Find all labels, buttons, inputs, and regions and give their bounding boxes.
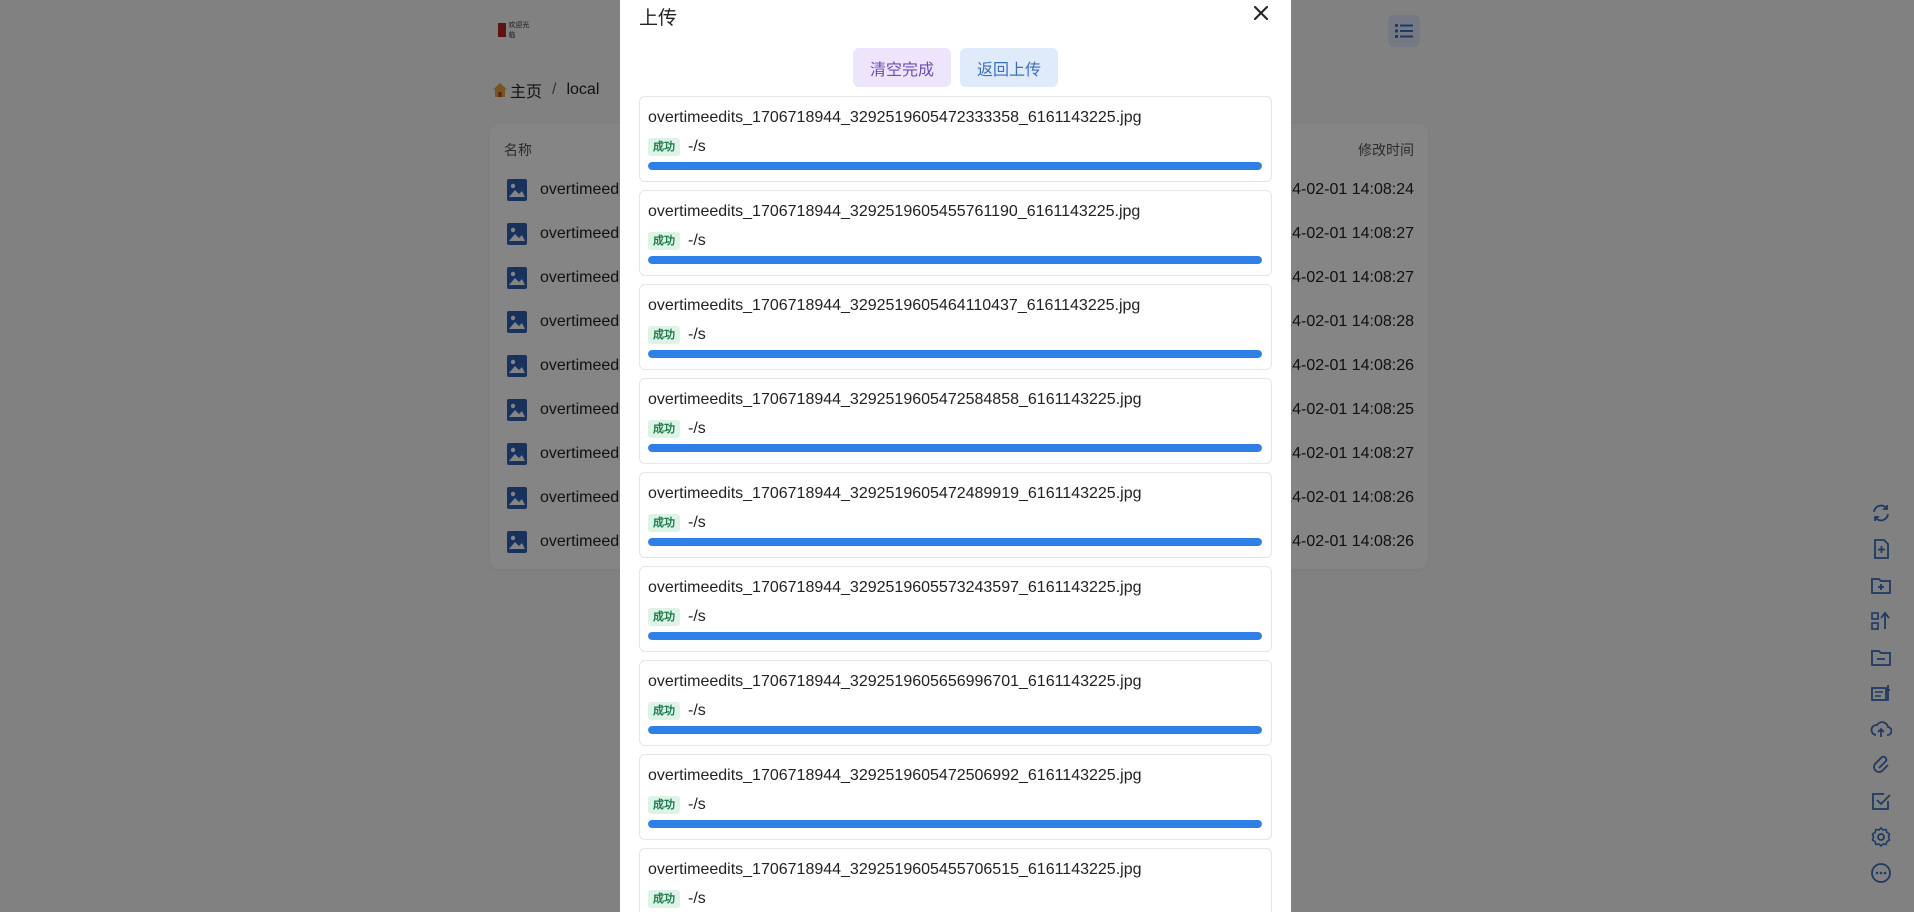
upload-speed: -/s	[688, 702, 706, 719]
upload-dialog: 上传 清空完成 返回上传 overtimeedits_1706718944_32…	[620, 0, 1291, 912]
status-badge: 成功	[648, 232, 680, 250]
upload-file-name: overtimeedits_1706718944_329251960546411…	[648, 297, 1141, 314]
upload-status-row: 成功 -/s	[648, 420, 706, 438]
status-badge: 成功	[648, 514, 680, 532]
close-button[interactable]	[1250, 2, 1272, 24]
upload-progress-bar	[648, 162, 1262, 170]
status-badge: 成功	[648, 890, 680, 908]
upload-file-name: overtimeedits_1706718944_329251960545570…	[648, 861, 1142, 878]
upload-speed: -/s	[688, 138, 706, 155]
upload-progress-bar	[648, 726, 1262, 734]
dialog-title: 上传	[639, 8, 678, 29]
upload-list[interactable]: overtimeedits_1706718944_329251960547233…	[639, 96, 1272, 912]
back-to-upload-button[interactable]: 返回上传	[960, 48, 1058, 87]
upload-progress-bar	[648, 256, 1262, 264]
upload-progress-fill	[648, 632, 1262, 640]
upload-item: overtimeedits_1706718944_329251960546411…	[639, 284, 1272, 370]
upload-status-row: 成功 -/s	[648, 890, 706, 908]
upload-speed: -/s	[688, 232, 706, 249]
upload-item: overtimeedits_1706718944_329251960545570…	[639, 848, 1272, 912]
status-badge: 成功	[648, 608, 680, 626]
upload-progress-fill	[648, 350, 1262, 358]
upload-progress-fill	[648, 444, 1262, 452]
upload-file-name: overtimeedits_1706718944_329251960557324…	[648, 579, 1142, 596]
upload-status-row: 成功 -/s	[648, 138, 706, 156]
upload-status-row: 成功 -/s	[648, 796, 706, 814]
upload-status-row: 成功 -/s	[648, 608, 706, 626]
upload-status-row: 成功 -/s	[648, 326, 706, 344]
upload-speed: -/s	[688, 608, 706, 625]
upload-speed: -/s	[688, 796, 706, 813]
status-badge: 成功	[648, 138, 680, 156]
upload-progress-bar	[648, 350, 1262, 358]
upload-progress-fill	[648, 820, 1262, 828]
close-icon	[1254, 6, 1268, 20]
upload-item: overtimeedits_1706718944_329251960547233…	[639, 96, 1272, 182]
status-badge: 成功	[648, 702, 680, 720]
clear-completed-button[interactable]: 清空完成	[853, 48, 951, 87]
upload-progress-bar	[648, 632, 1262, 640]
upload-speed: -/s	[688, 514, 706, 531]
upload-speed: -/s	[688, 890, 706, 907]
upload-speed: -/s	[688, 420, 706, 437]
upload-item: overtimeedits_1706718944_329251960545576…	[639, 190, 1272, 276]
upload-progress-bar	[648, 444, 1262, 452]
upload-item: overtimeedits_1706718944_329251960547250…	[639, 754, 1272, 840]
upload-progress-fill	[648, 256, 1262, 264]
upload-progress-fill	[648, 162, 1262, 170]
upload-item: overtimeedits_1706718944_329251960557324…	[639, 566, 1272, 652]
upload-status-row: 成功 -/s	[648, 514, 706, 532]
upload-item: overtimeedits_1706718944_329251960565699…	[639, 660, 1272, 746]
upload-progress-fill	[648, 726, 1262, 734]
upload-file-name: overtimeedits_1706718944_329251960547248…	[648, 485, 1142, 502]
upload-progress-bar	[648, 538, 1262, 546]
upload-file-name: overtimeedits_1706718944_329251960547250…	[648, 767, 1142, 784]
status-badge: 成功	[648, 326, 680, 344]
upload-status-row: 成功 -/s	[648, 702, 706, 720]
upload-file-name: overtimeedits_1706718944_329251960545576…	[648, 203, 1141, 220]
upload-file-name: overtimeedits_1706718944_329251960565699…	[648, 673, 1142, 690]
upload-progress-fill	[648, 538, 1262, 546]
upload-item: overtimeedits_1706718944_329251960547248…	[639, 472, 1272, 558]
dialog-actions: 清空完成 返回上传	[620, 48, 1291, 87]
status-badge: 成功	[648, 796, 680, 814]
upload-item: overtimeedits_1706718944_329251960547258…	[639, 378, 1272, 464]
upload-speed: -/s	[688, 326, 706, 343]
upload-status-row: 成功 -/s	[648, 232, 706, 250]
status-badge: 成功	[648, 420, 680, 438]
upload-progress-bar	[648, 820, 1262, 828]
upload-file-name: overtimeedits_1706718944_329251960547258…	[648, 391, 1142, 408]
upload-file-name: overtimeedits_1706718944_329251960547233…	[648, 109, 1142, 126]
